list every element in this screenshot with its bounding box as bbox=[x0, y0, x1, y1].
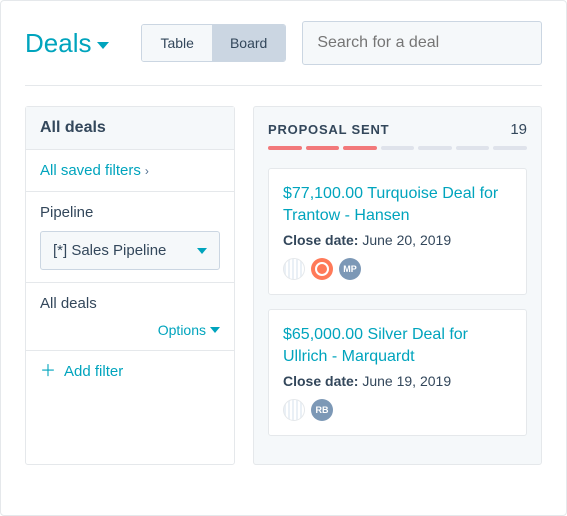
deal-avatars: MP bbox=[283, 258, 512, 280]
caret-down-icon bbox=[97, 42, 109, 49]
deal-avatars: RB bbox=[283, 399, 512, 421]
avatar: MP bbox=[339, 258, 361, 280]
deal-title-link[interactable]: $77,100.00 Turquoise Deal for Trantow - … bbox=[283, 183, 512, 226]
add-filter-label: Add filter bbox=[64, 363, 123, 380]
pipeline-label: Pipeline bbox=[40, 204, 220, 221]
column-count: 19 bbox=[510, 121, 527, 138]
deal-card[interactable]: $77,100.00 Turquoise Deal for Trantow - … bbox=[268, 168, 527, 295]
view-board-button[interactable]: Board bbox=[212, 25, 285, 61]
page-title-text: Deals bbox=[25, 28, 91, 59]
hubspot-icon bbox=[311, 258, 333, 280]
options-dropdown[interactable]: Options bbox=[158, 322, 220, 338]
deal-card[interactable]: $65,000.00 Silver Deal for Ullrich - Mar… bbox=[268, 309, 527, 436]
saved-filters-label: All saved filters bbox=[40, 162, 141, 179]
search-input[interactable] bbox=[302, 21, 542, 65]
divider bbox=[25, 85, 542, 86]
options-label: Options bbox=[158, 322, 206, 338]
view-toggle: Table Board bbox=[141, 24, 286, 62]
board-column: PROPOSAL SENT 19 $77,100.00 Turquoise De… bbox=[253, 106, 542, 465]
avatar-placeholder-icon bbox=[283, 258, 305, 280]
page-title-dropdown[interactable]: Deals bbox=[25, 28, 109, 59]
caret-down-icon bbox=[210, 327, 220, 333]
view-table-button[interactable]: Table bbox=[142, 25, 211, 61]
plus-icon: ＋ bbox=[40, 364, 56, 380]
sidebar-header: All deals bbox=[26, 107, 234, 150]
avatar-placeholder-icon bbox=[283, 399, 305, 421]
pipeline-value: [*] Sales Pipeline bbox=[53, 242, 166, 259]
all-deals-label: All deals bbox=[40, 295, 220, 312]
pipeline-select[interactable]: [*] Sales Pipeline bbox=[40, 231, 220, 270]
avatar: RB bbox=[311, 399, 333, 421]
caret-down-icon bbox=[197, 248, 207, 254]
add-filter-button[interactable]: ＋ Add filter bbox=[40, 363, 220, 380]
close-date: Close date: June 19, 2019 bbox=[283, 373, 512, 389]
filters-sidebar: All deals All saved filters › Pipeline [… bbox=[25, 106, 235, 465]
chevron-right-icon: › bbox=[145, 164, 149, 178]
stage-progress bbox=[268, 146, 527, 150]
saved-filters-link[interactable]: All saved filters › bbox=[40, 162, 220, 179]
close-date: Close date: June 20, 2019 bbox=[283, 232, 512, 248]
deal-title-link[interactable]: $65,000.00 Silver Deal for Ullrich - Mar… bbox=[283, 324, 512, 367]
column-title: PROPOSAL SENT bbox=[268, 122, 389, 137]
